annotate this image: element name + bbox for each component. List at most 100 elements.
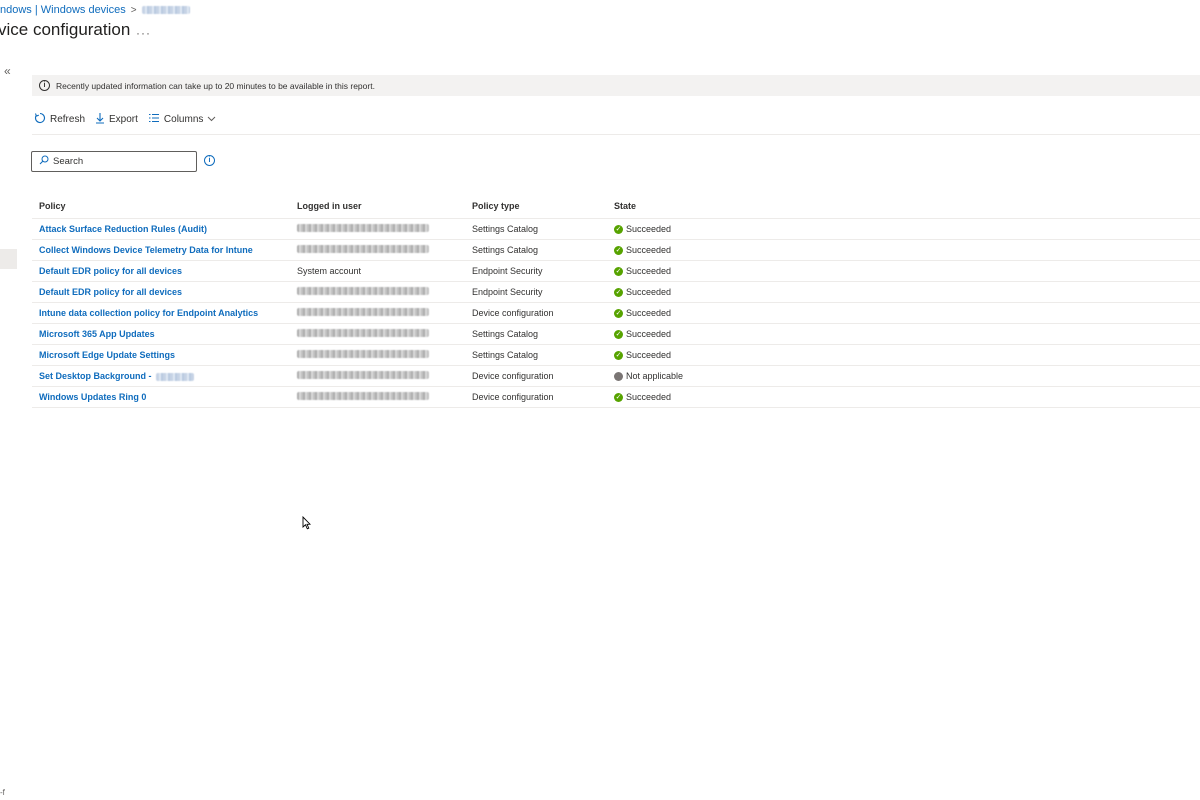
state-cell: ✓ Succeeded: [607, 239, 1200, 261]
policy-link[interactable]: Default EDR policy for all devices: [32, 281, 290, 303]
checkmark-circle-icon: ✓: [614, 266, 623, 276]
checkmark-circle-icon: ✓: [614, 287, 623, 297]
download-icon: [95, 112, 105, 126]
state-label: Succeeded: [626, 266, 672, 276]
table-row[interactable]: Set Desktop Background - Device configura…: [32, 365, 1200, 387]
logged-in-user-cell: [290, 239, 465, 261]
policy-link[interactable]: Collect Windows Device Telemetry Data fo…: [32, 239, 290, 261]
table-header-row: Policy Logged in user Policy type State: [32, 194, 1200, 219]
status-badge: Not applicable: [614, 371, 1200, 381]
status-badge: ✓ Succeeded: [614, 287, 1200, 297]
columns-label: Columns: [163, 113, 204, 125]
toolbar: Refresh Export Columns: [34, 112, 216, 126]
status-badge: ✓ Succeeded: [614, 308, 1200, 318]
state-label: Succeeded: [626, 350, 672, 360]
redacted-user: [297, 308, 429, 316]
info-banner-text: Recently updated information can take up…: [56, 80, 375, 91]
nav-selected-indicator[interactable]: [0, 249, 17, 269]
search-icon: [39, 155, 49, 168]
redacted-user: [297, 224, 429, 232]
state-label: Succeeded: [626, 287, 672, 297]
status-badge: ✓ Succeeded: [614, 329, 1200, 339]
state-cell: Not applicable: [607, 365, 1200, 387]
column-header-state[interactable]: State: [607, 194, 1200, 219]
status-badge: ✓ Succeeded: [614, 350, 1200, 360]
info-icon[interactable]: i: [204, 155, 215, 166]
table-row[interactable]: Collect Windows Device Telemetry Data fo…: [32, 239, 1200, 261]
chevron-right-icon: >: [130, 4, 137, 16]
state-label: Not applicable: [626, 371, 684, 381]
table-row[interactable]: Attack Surface Reduction Rules (Audit) Se…: [32, 218, 1200, 240]
refresh-label: Refresh: [50, 113, 86, 125]
policy-type-cell: Settings Catalog: [465, 323, 607, 345]
search-box[interactable]: [31, 151, 197, 172]
page-title: vice configuration: [0, 20, 131, 39]
redacted-text: [155, 372, 194, 381]
checkmark-circle-icon: ✓: [614, 329, 623, 339]
more-icon[interactable]: ···: [136, 26, 151, 40]
policy-link[interactable]: Microsoft Edge Update Settings: [32, 344, 290, 366]
breadcrumb: ndows | Windows devices >: [0, 4, 190, 16]
refresh-icon: [34, 112, 46, 126]
checkmark-circle-icon: ✓: [614, 245, 623, 255]
checkmark-circle-icon: ✓: [614, 392, 623, 402]
breadcrumb-device-name-redacted[interactable]: [141, 6, 190, 14]
redacted-user: [297, 350, 429, 358]
logged-in-user-cell: [290, 281, 465, 303]
logged-in-user-cell: [290, 218, 465, 240]
column-header-policy[interactable]: Policy: [32, 194, 290, 219]
table-row[interactable]: Microsoft 365 App Updates Settings Catalo…: [32, 323, 1200, 345]
circle-icon: [614, 371, 623, 381]
policy-type-cell: Settings Catalog: [465, 218, 607, 240]
state-label: Succeeded: [626, 392, 672, 402]
status-badge: ✓ Succeeded: [614, 266, 1200, 276]
status-badge: ✓ Succeeded: [614, 392, 1200, 402]
policy-link[interactable]: Attack Surface Reduction Rules (Audit): [32, 218, 290, 240]
policy-type-cell: Endpoint Security: [465, 281, 607, 303]
policy-link[interactable]: Set Desktop Background -: [32, 365, 290, 387]
export-button[interactable]: Export: [95, 112, 138, 126]
logged-in-user-cell: [290, 344, 465, 366]
state-cell: ✓ Succeeded: [607, 344, 1200, 366]
checkmark-circle-icon: ✓: [614, 308, 623, 318]
redacted-user: [297, 287, 429, 295]
table-row[interactable]: Intune data collection policy for Endpoi…: [32, 302, 1200, 324]
logged-in-user-cell: [290, 302, 465, 324]
table-row[interactable]: Default EDR policy for all devices System…: [32, 260, 1200, 282]
collapse-icon[interactable]: «: [4, 64, 11, 78]
state-cell: ✓ Succeeded: [607, 386, 1200, 408]
policy-link[interactable]: Windows Updates Ring 0: [32, 386, 290, 408]
policy-type-cell: Device configuration: [465, 386, 607, 408]
state-cell: ✓ Succeeded: [607, 260, 1200, 282]
column-header-policy-type[interactable]: Policy type: [465, 194, 607, 219]
policy-type-cell: Endpoint Security: [465, 260, 607, 282]
state-cell: ✓ Succeeded: [607, 302, 1200, 324]
columns-icon: [148, 113, 160, 125]
policy-link[interactable]: Intune data collection policy for Endpoi…: [32, 302, 290, 324]
column-header-logged-in-user[interactable]: Logged in user: [290, 194, 465, 219]
policy-table: Policy Logged in user Policy type State …: [32, 194, 1200, 408]
table-row[interactable]: Default EDR policy for all devices Endpoi…: [32, 281, 1200, 303]
refresh-button[interactable]: Refresh: [34, 112, 85, 126]
state-label: Succeeded: [626, 245, 672, 255]
policy-link[interactable]: Default EDR policy for all devices: [32, 260, 290, 282]
policy-type-cell: Device configuration: [465, 365, 607, 387]
logged-in-user-cell: System account: [290, 260, 465, 282]
table-row[interactable]: Microsoft Edge Update Settings Settings C…: [32, 344, 1200, 366]
logged-in-user-cell: [290, 323, 465, 345]
checkmark-circle-icon: ✓: [614, 350, 623, 360]
search-input[interactable]: [53, 156, 183, 167]
policy-link[interactable]: Microsoft 365 App Updates: [32, 323, 290, 345]
mouse-cursor-icon: [302, 515, 312, 533]
export-label: Export: [109, 113, 138, 125]
table-row[interactable]: Windows Updates Ring 0 Device configurati…: [32, 386, 1200, 408]
breadcrumb-windows-devices[interactable]: ndows | Windows devices: [0, 4, 126, 16]
state-label: Succeeded: [626, 329, 672, 339]
state-cell: ✓ Succeeded: [607, 323, 1200, 345]
policy-type-cell: Device configuration: [465, 302, 607, 324]
toolbar-divider: [32, 134, 1200, 135]
logged-in-user-cell: [290, 365, 465, 387]
redacted-user: [297, 371, 429, 379]
columns-button[interactable]: Columns: [148, 113, 216, 125]
status-badge: ✓ Succeeded: [614, 245, 1200, 255]
